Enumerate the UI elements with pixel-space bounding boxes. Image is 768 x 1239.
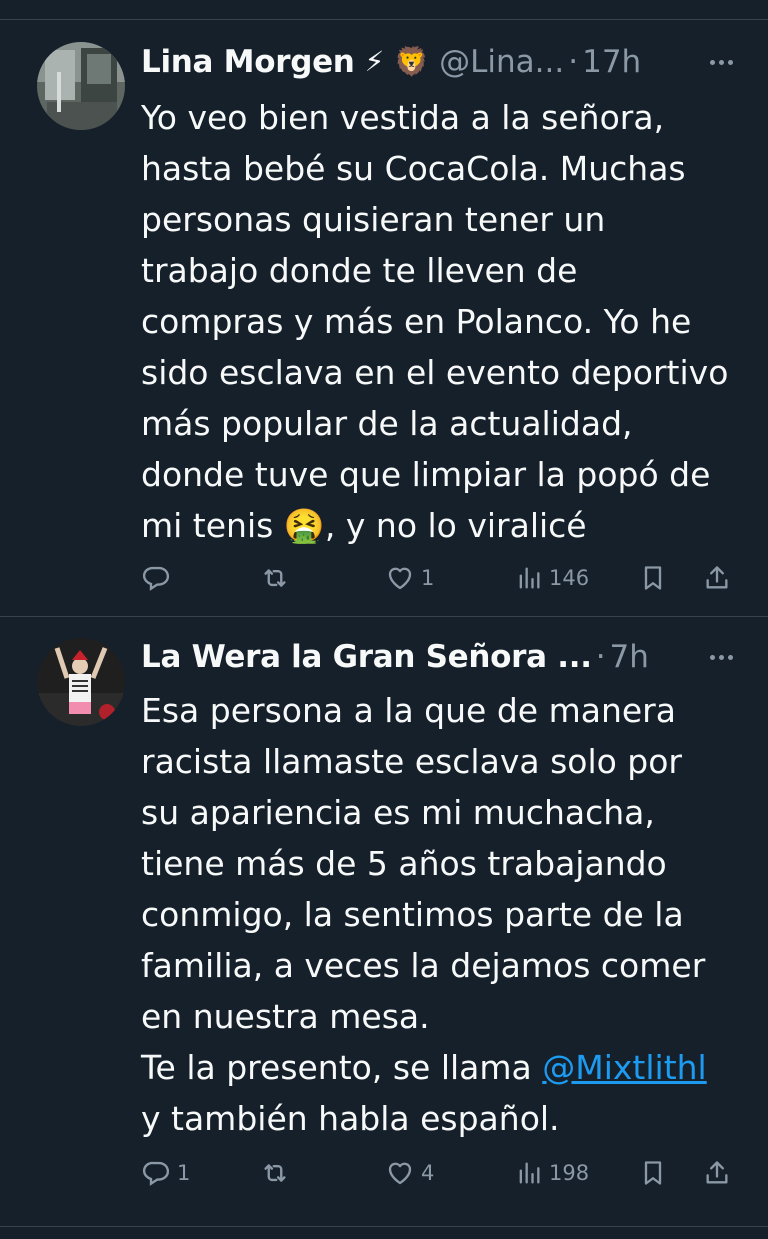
author-name[interactable]: La Wera la Gran Señora ... [141,635,592,679]
retweet-button[interactable] [259,1158,297,1188]
more-icon[interactable] [704,40,738,84]
like-count: 4 [421,1161,435,1185]
tweet-text: Esa persona a la que de manera racista l… [141,685,741,1144]
share-icon [706,566,728,589]
views-count: 198 [549,1161,590,1185]
avatar[interactable] [37,638,125,726]
views-button[interactable]: 146 [515,563,589,593]
lion-icon: 🦁 [394,45,430,78]
reply-icon [142,566,170,591]
more-icon[interactable] [704,635,738,679]
bookmark-button[interactable] [639,563,667,593]
separator-dot: · [595,639,606,675]
like-count: 1 [421,566,435,590]
views-button[interactable]: 198 [515,1158,589,1188]
bookmark-icon [644,566,662,590]
tweet-1[interactable]: Lina Morgen ⚡ 🦁 @Lina... · 17h Yo veo bi… [0,20,768,616]
bottom-divider [0,1226,768,1227]
lightning-icon: ⚡ [364,45,385,78]
retweet-button[interactable] [259,563,297,593]
timestamp[interactable]: 7h [610,635,649,679]
mention-link[interactable]: @Mixtlithl [542,1048,706,1087]
reply-button[interactable] [141,563,177,593]
share-button[interactable] [703,563,731,593]
author-name[interactable]: Lina Morgen [141,40,355,84]
tweet-header: La Wera la Gran Señora ... · 7h [141,635,738,679]
share-icon [706,1161,728,1184]
retweet-icon [264,569,286,587]
tweet-actions: 1 4 198 [141,1153,738,1193]
reply-button[interactable]: 1 [141,1158,190,1188]
author-handle[interactable]: @Lina... [439,40,564,84]
bookmark-button[interactable] [639,1158,667,1188]
retweet-icon [264,1164,286,1182]
timestamp[interactable]: 17h [582,40,641,84]
like-button[interactable]: 1 [385,563,434,593]
separator-dot: · [568,44,579,80]
views-count: 146 [549,566,590,590]
tweet-text-part: Esa persona a la que de manera racista l… [141,691,706,1087]
views-icon [519,567,540,589]
avatar[interactable] [37,42,125,130]
like-icon [388,1162,412,1185]
tweet-text: Yo veo bien vestida a la señora, hasta b… [141,98,729,545]
like-icon [388,567,412,590]
reply-count: 1 [177,1161,191,1185]
tweet-text-part: y también habla español. [141,1099,560,1138]
share-button[interactable] [703,1158,731,1188]
tweet-header: Lina Morgen ⚡ 🦁 @Lina... · 17h [141,40,738,84]
reply-icon [142,1161,170,1186]
tweet-actions: 1 146 [141,558,738,598]
views-icon [519,1162,540,1184]
tweet-2[interactable]: La Wera la Gran Señora ... · 7h Esa pers… [0,617,768,1226]
bookmark-icon [644,1161,662,1185]
like-button[interactable]: 4 [385,1158,434,1188]
